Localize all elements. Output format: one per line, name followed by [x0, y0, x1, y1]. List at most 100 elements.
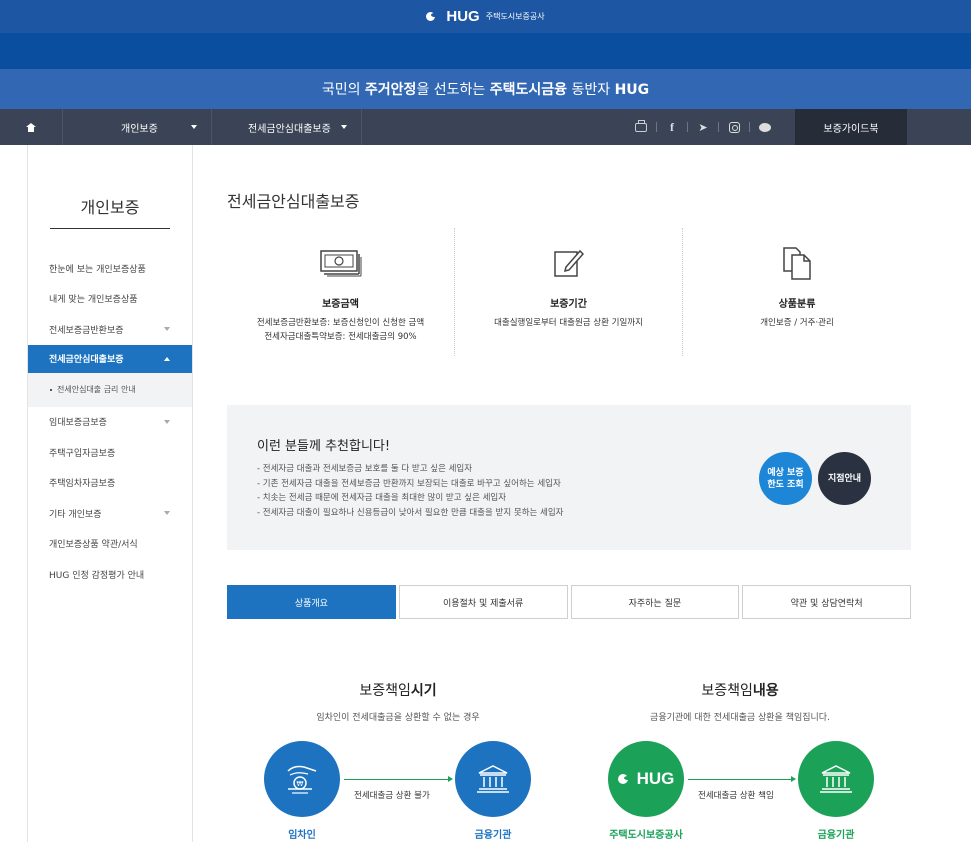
nav-dropdown-category-label: 개인보증: [121, 123, 158, 135]
sidebar-item-purchase-fund[interactable]: 주택구입자금보증: [28, 437, 192, 468]
nav-dropdown-product-label: 전세금안심대출보증: [248, 123, 331, 135]
summary-period: 보증기간 대출실행일로부터 대출원금 상환 기일까지: [455, 228, 683, 356]
facebook-button[interactable]: f: [657, 120, 687, 135]
sidebar-item-appraisal[interactable]: HUG 인정 감정평가 안내: [28, 559, 192, 590]
documents-icon: [780, 245, 814, 281]
hug-badge-text: HUG: [636, 769, 675, 788]
sidebar-item-label: 한눈에 보는 개인보증상품: [49, 264, 146, 275]
sidebar-title-rule: [50, 228, 170, 229]
sidebar-item-other[interactable]: 기타 개인보증: [28, 498, 192, 529]
sidebar: 개인보증 한눈에 보는 개인보증상품 내게 맞는 개인보증상품 전세보증금반환보…: [27, 145, 193, 842]
tab-terms-contact[interactable]: 약관 및 상담연락처: [742, 585, 911, 619]
top-logo-bar: HUG 주택도시보증공사: [0, 0, 971, 33]
chevron-down-icon: [164, 511, 170, 516]
branch-info-button[interactable]: 지점안내: [818, 452, 871, 505]
twitter-icon: ➤: [698, 120, 708, 134]
sidebar-item-lease-fund[interactable]: 주택임차자금보증: [28, 468, 192, 499]
recommend-title: 이런 분들께 추천합니다!: [257, 439, 391, 454]
home-icon: [26, 122, 36, 132]
section-subtitle: 금융기관에 대한 전세대출금 상환을 책임집니다.: [650, 713, 830, 723]
tenant-circle: ₩: [264, 741, 340, 817]
sidebar-item-label: 내게 맞는 개인보증상품: [49, 295, 138, 306]
bank-circle: [798, 741, 874, 817]
hug-circle: HUG: [608, 741, 684, 817]
share-icons: f ➤: [626, 109, 780, 145]
summary-heading: 상품분류: [778, 299, 816, 310]
sidebar-item-overview[interactable]: 한눈에 보는 개인보증상품: [28, 253, 192, 284]
sidebar-item-label: 전세안심대출 금리 안내: [57, 385, 136, 394]
sidebar-subitem-rate-info[interactable]: 전세안심대출 금리 안내: [28, 372, 192, 407]
chevron-down-icon: [164, 327, 170, 332]
chevron-down-icon: [191, 125, 197, 129]
bullet-icon: [50, 388, 52, 391]
flow-arrow-label: 전세대출금 상환 책임: [698, 791, 774, 801]
list-item: - 전세자금 대출과 전세보증금 보호를 둘 다 받고 싶은 세입자: [257, 464, 473, 474]
flow-arrow: [688, 776, 796, 782]
flow-arrow: [344, 776, 453, 782]
bank-circle: [455, 741, 531, 817]
instagram-icon: [728, 121, 740, 133]
list-item: - 기존 전세자금 대출을 전세보증금 반환까지 보장되는 대출로 바꾸고 싶어…: [257, 478, 561, 489]
nav-dropdown-category[interactable]: 개인보증: [63, 109, 212, 145]
sidebar-item-terms[interactable]: 개인보증상품 약관/서식: [28, 529, 192, 560]
printer-icon: [635, 119, 647, 132]
summary-heading: 보증기간: [550, 299, 587, 310]
page-title: 전세금안심대출보증: [227, 192, 360, 211]
sidebar-item-recommend[interactable]: 내게 맞는 개인보증상품: [28, 284, 192, 315]
bank-label: 금융기관: [817, 830, 855, 841]
twitter-button[interactable]: ➤: [688, 121, 718, 134]
sidebar-item-label: 임대보증금보증: [49, 418, 107, 429]
summary-category: 상품분류 개인보증 / 거주·관리: [683, 228, 911, 356]
sidebar-item-label: 전세보증금반환보증: [49, 325, 124, 336]
nav-dropdown-product[interactable]: 전세금안심대출보증: [212, 109, 362, 145]
hug-logo[interactable]: HUG 주택도시보증공사: [426, 8, 545, 25]
print-button[interactable]: [626, 119, 656, 132]
sidebar-item-label: 주택임차자금보증: [49, 479, 116, 490]
sidebar-item-deposit-return[interactable]: 전세보증금반환보증: [28, 314, 192, 345]
flow-arrow-label: 전세대출금 상환 불가: [354, 791, 430, 801]
pencil-edit-icon: [552, 245, 586, 281]
tab-procedure[interactable]: 이용절차 및 제출서류: [398, 585, 568, 619]
responsibility-timing: 보증책임시기 임차인이 전세대출금을 상환할 수 없는 경우: [228, 680, 568, 723]
sidebar-item-label: 주택구입자금보증: [49, 448, 116, 459]
header-band: [0, 33, 971, 69]
recommend-list: - 전세자금 대출과 전세보증금 보호를 둘 다 받고 싶은 세입자 - 기존 …: [257, 462, 564, 521]
product-summary: 보증금액 전세보증금반환보증: 보증신청인이 신청한 금액 전세자금대출특약보증:…: [227, 228, 911, 356]
chevron-down-icon: [164, 419, 170, 424]
sidebar-title: 개인보증: [80, 198, 140, 217]
facebook-icon: f: [670, 119, 674, 134]
section-title: 보증책임내용: [701, 683, 779, 699]
recommend-box: 이런 분들께 추천합니다! - 전세자금 대출과 전세보증금 보호를 둘 다 받…: [227, 405, 911, 550]
instagram-button[interactable]: [719, 121, 749, 133]
chevron-up-icon: [164, 356, 170, 361]
slogan: 국민의 주거안정을 선도하는 주택도시금융 동반자 HUG: [321, 82, 650, 98]
sidebar-item-label: 개인보증상품 약관/서식: [49, 540, 138, 551]
sidebar-item-safe-loan[interactable]: 전세금안심대출보증: [28, 344, 192, 373]
logo-text: HUG: [446, 8, 480, 25]
tab-faq[interactable]: 자주하는 질문: [570, 585, 740, 619]
bank-icon: [477, 765, 509, 793]
sidebar-item-label: 기타 개인보증: [49, 509, 102, 520]
sidebar-item-label: HUG 인정 감정평가 안내: [49, 570, 145, 581]
sidebar-item-label: 전세금안심대출보증: [49, 355, 124, 365]
tab-overview[interactable]: 상품개요: [227, 585, 396, 619]
limit-inquiry-button[interactable]: 예상 보증 한도 조회: [759, 452, 812, 505]
chat-button[interactable]: [750, 118, 780, 132]
logo-subtitle: 주택도시보증공사: [485, 12, 545, 21]
responsibility-content: 보증책임내용 금융기관에 대한 전세대출금 상환을 책임집니다.: [570, 680, 910, 723]
hug-badge: HUG: [617, 769, 675, 789]
summary-amount: 보증금액 전세보증금반환보증: 보증신청인이 신청한 금액 전세자금대출특약보증:…: [227, 228, 455, 356]
list-item: - 전세자금 대출이 필요하나 신용등급이 낮아서 필요한 만큼 대출을 받지 …: [257, 508, 564, 519]
summary-text: 전세보증금반환보증: 보증신청인이 신청한 금액 전세자금대출특약보증: 전세대출…: [256, 318, 425, 342]
navbar: 개인보증 전세금안심대출보증 f ➤ 보증가이드북: [0, 109, 971, 145]
bank-icon: [820, 765, 852, 793]
sidebar-item-rental-deposit[interactable]: 임대보증금보증: [28, 407, 192, 438]
chevron-down-icon: [341, 125, 347, 129]
home-button[interactable]: [0, 109, 63, 145]
tenant-hand-coin-icon: ₩: [287, 765, 317, 794]
guidebook-button[interactable]: 보증가이드북: [795, 109, 907, 145]
hug-logo-mark-icon: [617, 773, 634, 785]
flow-timing: ₩ 전세대출금 상환 불가 임차인 금융기관: [227, 741, 567, 842]
chat-icon: [759, 118, 771, 132]
money-icon: [319, 245, 363, 281]
